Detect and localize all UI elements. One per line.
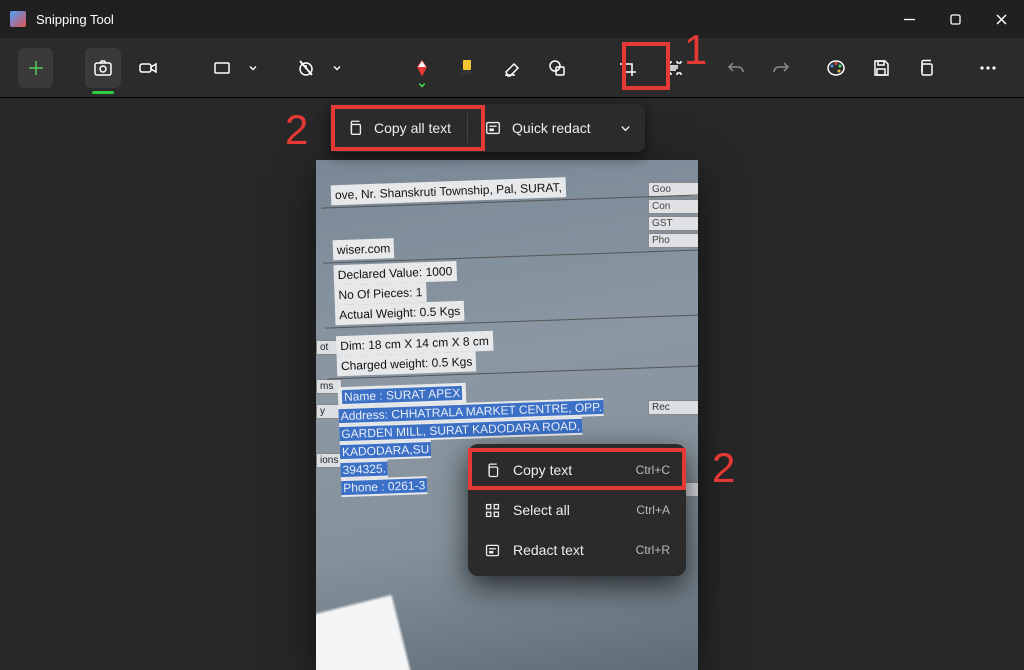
copy-icon bbox=[484, 462, 501, 479]
captured-image[interactable]: Goo Con GST Pho Rec Pho ot ms y ions ove… bbox=[316, 160, 698, 670]
copy-all-text-label: Copy all text bbox=[374, 120, 451, 136]
copy-icon bbox=[346, 119, 364, 137]
context-copy-label: Copy text bbox=[513, 462, 624, 478]
snip-shape-button[interactable] bbox=[202, 48, 242, 88]
ocr-line: Declared Value: 1000 bbox=[333, 261, 456, 285]
paper-corner bbox=[316, 595, 413, 670]
active-indicator bbox=[92, 91, 114, 94]
text-action-bar: Copy all text Quick redact bbox=[330, 104, 645, 152]
copy-button[interactable] bbox=[909, 48, 944, 88]
ocr-line: Charged weight: 0.5 Kgs bbox=[337, 351, 477, 376]
close-button[interactable] bbox=[978, 0, 1024, 38]
crop-button[interactable] bbox=[611, 48, 646, 88]
titlebar: Snipping Tool bbox=[0, 0, 1024, 38]
toolbar bbox=[0, 38, 1024, 98]
more-button[interactable] bbox=[971, 48, 1006, 88]
camera-mode-button[interactable] bbox=[85, 48, 120, 88]
new-snip-button[interactable] bbox=[18, 48, 53, 88]
context-menu: Copy text Ctrl+C Select all Ctrl+A Redac… bbox=[468, 444, 686, 576]
quick-redact-button[interactable]: Quick redact bbox=[468, 104, 607, 152]
delay-group bbox=[286, 48, 342, 88]
minimize-button[interactable] bbox=[886, 0, 932, 38]
pen-button[interactable] bbox=[404, 48, 439, 88]
context-select-all-shortcut: Ctrl+A bbox=[636, 503, 670, 517]
ocr-line: KADODARA,SU bbox=[340, 440, 432, 461]
chevron-down-icon bbox=[619, 122, 632, 135]
quick-redact-dropdown[interactable] bbox=[607, 104, 645, 152]
context-select-all[interactable]: Select all Ctrl+A bbox=[474, 490, 680, 530]
canvas-area: Copy all text Quick redact Goo Con GST P… bbox=[0, 98, 1024, 670]
ocr-line: Actual Weight: 0.5 Kgs bbox=[335, 301, 465, 325]
paint-button[interactable] bbox=[818, 48, 853, 88]
save-button[interactable] bbox=[864, 48, 899, 88]
ocr-line: wiser.com bbox=[333, 238, 395, 260]
maximize-button[interactable] bbox=[932, 0, 978, 38]
chevron-down-icon bbox=[418, 81, 427, 90]
app-icon bbox=[10, 11, 26, 27]
chevron-down-icon[interactable] bbox=[332, 63, 342, 73]
select-all-icon bbox=[484, 502, 501, 519]
redact-icon bbox=[484, 119, 502, 137]
quick-redact-label: Quick redact bbox=[512, 120, 591, 136]
eraser-button[interactable] bbox=[495, 48, 530, 88]
undo-button[interactable] bbox=[718, 48, 753, 88]
ocr-line: Phone : 0261-3 bbox=[341, 476, 428, 497]
redact-icon bbox=[484, 542, 501, 559]
chevron-down-icon[interactable] bbox=[248, 63, 258, 73]
highlighter-button[interactable] bbox=[450, 48, 485, 88]
delay-button[interactable] bbox=[286, 48, 326, 88]
copy-all-text-button[interactable]: Copy all text bbox=[330, 104, 467, 152]
context-redact-label: Redact text bbox=[513, 542, 624, 558]
context-redact-shortcut: Ctrl+R bbox=[636, 543, 670, 557]
text-actions-button[interactable] bbox=[656, 48, 691, 88]
redo-button[interactable] bbox=[763, 48, 798, 88]
snip-shape-group bbox=[202, 48, 258, 88]
video-mode-button[interactable] bbox=[131, 48, 166, 88]
ocr-line: 394325. bbox=[340, 460, 388, 480]
context-copy-shortcut: Ctrl+C bbox=[636, 463, 670, 477]
context-redact-text[interactable]: Redact text Ctrl+R bbox=[474, 530, 680, 570]
context-copy-text[interactable]: Copy text Ctrl+C bbox=[474, 450, 680, 490]
shapes-button[interactable] bbox=[540, 48, 575, 88]
window-title: Snipping Tool bbox=[36, 12, 114, 27]
context-select-all-label: Select all bbox=[513, 502, 624, 518]
